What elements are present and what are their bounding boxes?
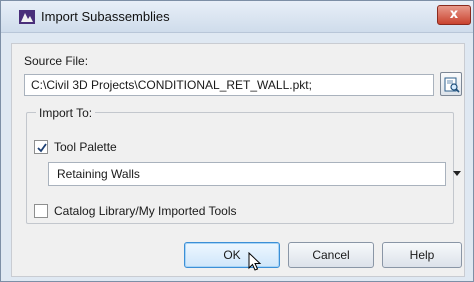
tool-palette-label[interactable]: Tool Palette [54,140,117,154]
app-icon [19,10,35,24]
dialog-body: Source File: C:\Civil 3D Projects\CONDIT… [11,43,465,277]
source-file-input[interactable]: C:\Civil 3D Projects\CONDITIONAL_RET_WAL… [24,74,434,96]
tool-palette-select[interactable]: Retaining Walls [48,162,461,186]
browse-file-icon [444,77,460,93]
cancel-button[interactable]: Cancel [288,242,374,268]
chevron-down-icon [453,171,461,176]
ok-button[interactable]: OK [184,242,280,268]
close-button[interactable]: x [437,5,471,25]
import-subassemblies-dialog: Import Subassemblies x Source File: C:\C… [0,0,474,282]
mouse-pointer-icon [248,251,262,275]
catalog-library-checkbox[interactable] [34,204,48,218]
catalog-library-label[interactable]: Catalog Library/My Imported Tools [54,204,237,218]
tool-palette-select-value: Retaining Walls [57,167,140,181]
source-file-label: Source File: [24,54,89,68]
title-bar[interactable]: Import Subassemblies x [1,1,473,33]
help-button[interactable]: Help [382,242,462,268]
window-title: Import Subassemblies [41,9,170,24]
tool-palette-checkbox[interactable] [34,140,48,154]
import-to-label: Import To: [36,106,96,120]
browse-button[interactable] [440,72,462,96]
checkmark-icon [37,143,47,153]
